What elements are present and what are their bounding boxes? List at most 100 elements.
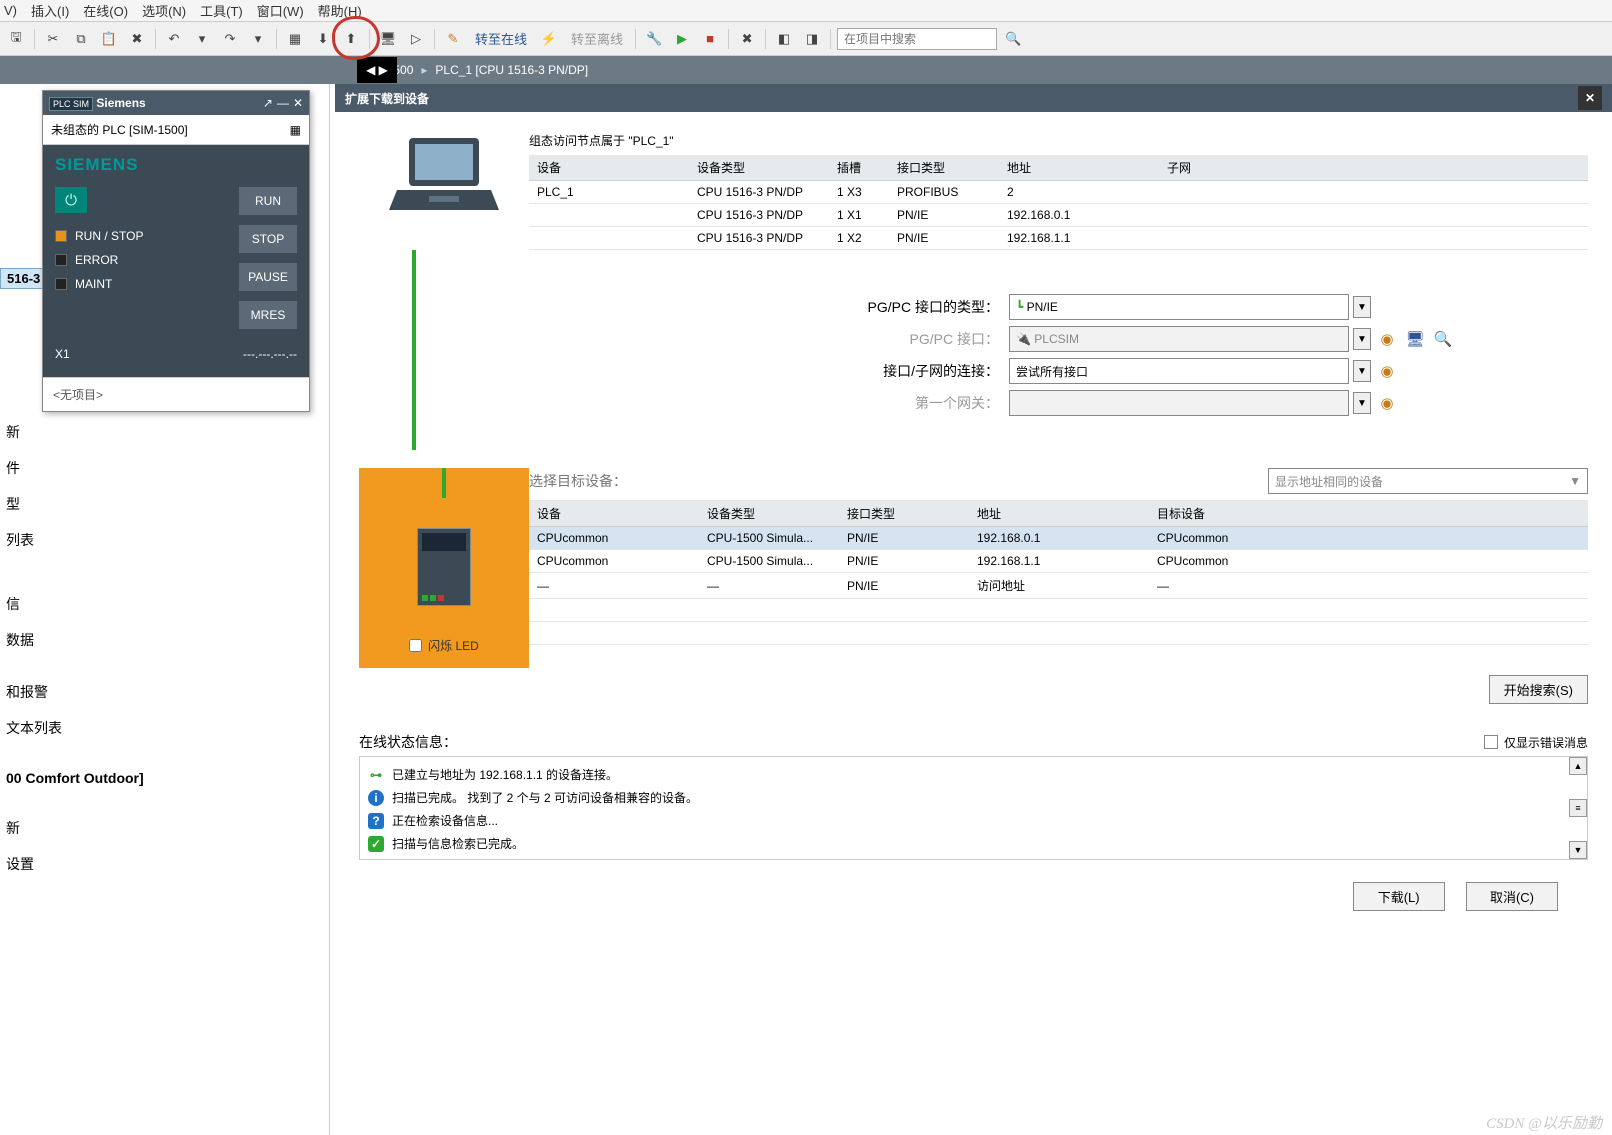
stop-icon[interactable]: ■ — [698, 27, 722, 51]
table-row[interactable]: CPUcommonCPU-1500 Simula...PN/IE192.168.… — [529, 527, 1588, 550]
tree-item[interactable]: 数据 — [0, 622, 329, 658]
scroll-thumb-icon[interactable]: ≡ — [1569, 799, 1587, 817]
redo-icon[interactable]: ↷ — [218, 27, 242, 51]
scroll-up-icon[interactable]: ▲ — [1569, 757, 1587, 775]
menu-online[interactable]: 在线(O) — [83, 1, 128, 20]
col-addr[interactable]: 地址 — [969, 501, 1149, 527]
table-row[interactable]: CPU 1516-3 PN/DP1 X1PN/IE192.168.0.1 — [529, 204, 1588, 227]
menu-window[interactable]: 窗口(W) — [257, 1, 304, 20]
cancel-button[interactable]: 取消(C) — [1466, 882, 1558, 911]
undo-icon[interactable]: ↶ — [162, 27, 186, 51]
tree-item[interactable]: 设置 — [0, 846, 329, 882]
col-devtype[interactable]: 设备类型 — [689, 155, 829, 181]
magnify-icon[interactable]: 🔍 — [1431, 327, 1455, 351]
checkbox[interactable] — [409, 639, 422, 652]
close-icon[interactable]: ✕ — [1578, 86, 1602, 110]
stop-button[interactable]: STOP — [239, 225, 297, 253]
go-online-button[interactable]: 转至在线 — [469, 29, 533, 48]
tree-item[interactable]: 新 — [0, 810, 329, 846]
undo-dd-icon[interactable]: ▾ — [190, 27, 214, 51]
search-go-icon[interactable]: 🔍 — [1001, 27, 1025, 51]
tree-item[interactable]: 00 Comfort Outdoor] — [0, 762, 329, 794]
split-v-icon[interactable]: ◨ — [800, 27, 824, 51]
search-input[interactable] — [837, 28, 997, 50]
device-filter-select[interactable]: 显示地址相同的设备▼ — [1268, 468, 1588, 494]
col-target[interactable]: 目标设备 — [1149, 501, 1588, 527]
col-addr[interactable]: 地址 — [999, 155, 1159, 181]
col-device[interactable]: 设备 — [529, 155, 689, 181]
chevron-down-icon[interactable]: ▼ — [1353, 392, 1371, 414]
monitor-icon[interactable]: 🔧 — [642, 27, 666, 51]
col-iftype[interactable]: 接口类型 — [839, 501, 969, 527]
restore-icon[interactable]: ↗ — [263, 96, 273, 110]
col-subnet[interactable]: 子网 — [1159, 155, 1588, 181]
start-rt-icon[interactable]: ▷ — [404, 27, 428, 51]
tree-selected-tag[interactable]: 516-3 — [0, 268, 47, 289]
go-offline-button[interactable]: 转至离线 — [565, 29, 629, 48]
chevron-down-icon[interactable]: ▼ — [1353, 296, 1371, 318]
chevron-down-icon[interactable]: ▼ — [1353, 360, 1371, 382]
scroll-down-icon[interactable]: ▼ — [1569, 841, 1587, 859]
plcsim-titlebar[interactable]: PLC SIM Siemens ↗ — ✕ — [43, 91, 309, 115]
download-icon[interactable]: ⬇ — [311, 27, 335, 51]
flash-led-checkbox[interactable]: 闪烁 LED — [405, 635, 483, 656]
chevron-down-icon[interactable]: ▼ — [1353, 328, 1371, 350]
tree-item[interactable]: 列表 — [0, 522, 329, 558]
power-button[interactable]: ⏻ — [55, 187, 87, 213]
compile-icon[interactable]: ▦ — [283, 27, 307, 51]
crossref-icon[interactable]: ✖ — [735, 27, 759, 51]
config-icon[interactable]: ▦ — [290, 123, 301, 137]
menu-options[interactable]: 选项(N) — [142, 1, 186, 20]
split-h-icon[interactable]: ◧ — [772, 27, 796, 51]
redo-dd-icon[interactable]: ▾ — [246, 27, 270, 51]
table-row[interactable]: CPUcommonCPU-1500 Simula...PN/IE192.168.… — [529, 550, 1588, 573]
close-icon[interactable]: ✕ — [293, 96, 303, 110]
table-row[interactable]: ——PN/IE访问地址— — [529, 573, 1588, 599]
col-slot[interactable]: 插槽 — [829, 155, 889, 181]
paste-icon[interactable]: 📋 — [97, 27, 121, 51]
table-row[interactable] — [529, 599, 1588, 622]
menu-prefix[interactable]: V) — [4, 3, 17, 18]
breadcrumb-nav[interactable]: ◀ ▶ — [357, 57, 397, 83]
pause-button[interactable]: PAUSE — [239, 263, 297, 291]
save-icon[interactable]: 🖫 — [4, 27, 28, 51]
table-row[interactable] — [529, 645, 1588, 668]
refresh-icon[interactable]: ◉ — [1375, 359, 1399, 383]
menu-help[interactable]: 帮助(H) — [318, 1, 362, 20]
delete-icon[interactable]: ✖ — [125, 27, 149, 51]
table-row[interactable]: CPU 1516-3 PN/DP1 X2PN/IE192.168.1.1 — [529, 227, 1588, 250]
refresh-icon[interactable]: ◉ — [1375, 391, 1399, 415]
minimize-icon[interactable]: — — [277, 96, 289, 110]
start-search-button[interactable]: 开始搜索(S) — [1489, 675, 1588, 704]
simulate-icon[interactable]: 🖥 — [376, 27, 400, 51]
start-icon[interactable]: ▶ — [670, 27, 694, 51]
download-button[interactable]: 下载(L) — [1353, 882, 1445, 911]
cut-icon[interactable]: ✂ — [41, 27, 65, 51]
col-iftype[interactable]: 接口类型 — [889, 155, 999, 181]
tree-item[interactable]: 信 — [0, 586, 329, 622]
copy-icon[interactable]: ⧉ — [69, 27, 93, 51]
table-row[interactable] — [529, 622, 1588, 645]
if-select[interactable]: 🔌 PLCSIM — [1009, 326, 1349, 352]
run-button[interactable]: RUN — [239, 187, 297, 215]
upload-icon[interactable]: ⬆ — [339, 27, 363, 51]
tree-item[interactable]: 型 — [0, 486, 329, 522]
mres-button[interactable]: MRES — [239, 301, 297, 329]
menu-tools[interactable]: 工具(T) — [200, 1, 243, 20]
properties-icon[interactable]: 🖥 — [1403, 327, 1427, 351]
checkbox[interactable] — [1484, 735, 1498, 749]
col-devtype[interactable]: 设备类型 — [699, 501, 839, 527]
conn-select[interactable]: 尝试所有接口 — [1009, 358, 1349, 384]
errors-only-checkbox[interactable]: 仅显示错误消息 — [1484, 734, 1588, 751]
disconnect-icon[interactable]: ⚡ — [537, 27, 561, 51]
dialog-titlebar[interactable]: 扩展下载到设备 ✕ — [335, 84, 1612, 112]
menu-insert[interactable]: 插入(I) — [31, 1, 69, 20]
tree-item[interactable]: 件 — [0, 450, 329, 486]
iftype-select[interactable]: ┗ PN/IE — [1009, 294, 1349, 320]
breadcrumb-b[interactable]: PLC_1 [CPU 1516-3 PN/DP] — [435, 63, 588, 77]
gw-select[interactable] — [1009, 390, 1349, 416]
refresh-icon[interactable]: ◉ — [1375, 327, 1399, 351]
tree-item[interactable]: 新 — [0, 414, 329, 450]
table-row[interactable]: PLC_1CPU 1516-3 PN/DP1 X3PROFIBUS2 — [529, 181, 1588, 204]
tree-item[interactable]: 和报警 — [0, 674, 329, 710]
